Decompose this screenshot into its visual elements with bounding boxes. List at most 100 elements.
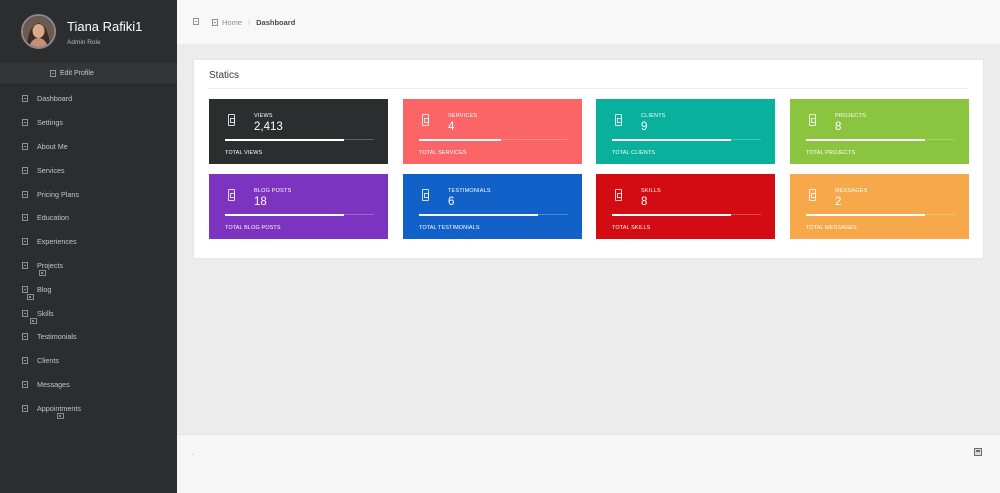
menu-toggle-icon[interactable] — [193, 18, 199, 25]
pricing-icon — [22, 190, 28, 198]
save-icon[interactable] — [974, 448, 982, 456]
stat-card-testimonials[interactable]: TESTIMONIALS 6 TOTAL TESTIMONIALS — [403, 174, 582, 239]
stat-value: 2,413 — [254, 121, 283, 133]
sidebar-item-label: Dashboard — [37, 94, 73, 104]
edit-profile-label: Edit Profile — [60, 69, 94, 77]
mobile-icon — [228, 189, 235, 201]
mobile-icon — [615, 114, 622, 126]
sidebar-item-projects[interactable]: Projects — [0, 254, 177, 278]
stat-progress-fill — [612, 138, 732, 141]
stat-progress-track — [225, 138, 374, 141]
breadcrumb-home[interactable]: Home — [222, 18, 242, 27]
sidebar-item-skills[interactable]: Skills — [0, 301, 177, 325]
chevron-icon — [27, 294, 35, 301]
mobile-icon — [809, 114, 816, 126]
sidebar-item-label: Services — [37, 165, 65, 175]
sidebar-item-testimonials[interactable]: Testimonials — [0, 325, 177, 349]
stat-progress-track — [806, 138, 955, 141]
user-icon — [22, 142, 28, 150]
sidebar-item-label: Education — [37, 213, 69, 223]
stat-card-views[interactable]: VIEWS 2,413 TOTAL VIEWS — [209, 99, 388, 164]
stat-footer: TOTAL TESTIMONIALS — [419, 225, 480, 231]
user-role: Admin Role — [67, 39, 101, 46]
sidebar-item-services[interactable]: Services — [0, 158, 177, 182]
projects-icon — [22, 261, 28, 269]
stat-label: SERVICES — [448, 113, 478, 119]
dashboard-icon — [22, 95, 28, 103]
sidebar-item-settings[interactable]: Settings — [0, 111, 177, 135]
stat-value: 18 — [254, 196, 267, 208]
stat-progress-track — [612, 138, 761, 141]
chevron-icon — [38, 270, 46, 277]
breadcrumb: Home / Dashboard — [212, 18, 295, 27]
breadcrumb-separator: / — [248, 18, 251, 27]
sidebar-nav: Dashboard Settings About Me Services Pri… — [0, 87, 177, 420]
sidebar-item-label: Settings — [37, 118, 63, 128]
clients-icon — [22, 357, 28, 365]
stat-card-projects[interactable]: PROJECTS 8 TOTAL PROJECTS — [790, 99, 969, 164]
sidebar-item-education[interactable]: Education — [0, 206, 177, 230]
stat-footer: TOTAL VIEWS — [225, 150, 263, 156]
stat-card-services[interactable]: SERVICES 4 TOTAL SERVICES — [403, 99, 582, 164]
sidebar-item-dashboard[interactable]: Dashboard — [0, 87, 177, 111]
settings-icon — [22, 119, 28, 127]
mobile-icon — [422, 114, 429, 126]
panel-title: Statics — [209, 70, 240, 81]
sidebar-item-label: Clients — [37, 356, 59, 366]
edit-profile-bar: Edit Profile — [0, 63, 177, 83]
sidebar: Tiana Rafiki1 Admin Role Edit Profile Da… — [0, 0, 177, 493]
stat-footer: TOTAL PROJECTS — [806, 150, 856, 156]
chevron-icon — [29, 318, 37, 325]
briefcase-icon — [22, 238, 28, 246]
sidebar-item-about-me[interactable]: About Me — [0, 135, 177, 159]
statics-panel: Statics VIEWS 2,413 TOTAL VIEWS SERVICES… — [193, 59, 984, 259]
stat-footer: TOTAL MESSAGES — [806, 225, 857, 231]
stat-value: 8 — [641, 196, 648, 208]
edit-icon — [50, 69, 56, 77]
stat-card-blog-posts[interactable]: BLOG POSTS 18 TOTAL BLOG POSTS — [209, 174, 388, 239]
stat-label: VIEWS — [254, 113, 273, 119]
chevron-icon — [56, 413, 64, 420]
avatar[interactable] — [21, 14, 56, 49]
stat-progress-fill — [225, 213, 345, 216]
services-icon — [22, 166, 28, 174]
stat-progress-fill — [419, 213, 539, 216]
stat-value: 6 — [448, 196, 455, 208]
sidebar-item-pricing-plans[interactable]: Pricing Plans — [0, 182, 177, 206]
sidebar-item-label: Projects — [37, 260, 63, 270]
stat-value: 8 — [835, 121, 842, 133]
messages-icon — [22, 380, 28, 388]
sidebar-item-experiences[interactable]: Experiences — [0, 230, 177, 254]
skills-icon — [22, 309, 28, 317]
top-bar: Home / Dashboard — [177, 0, 1000, 44]
sidebar-item-messages[interactable]: Messages — [0, 373, 177, 397]
stat-progress-track — [419, 213, 568, 216]
stat-progress-track — [612, 213, 761, 216]
stat-progress-track — [225, 213, 374, 216]
stat-progress-track — [806, 213, 955, 216]
stat-card-clients[interactable]: CLIENTS 9 TOTAL CLIENTS — [596, 99, 775, 164]
mobile-icon — [809, 189, 816, 201]
stat-card-messages[interactable]: MESSAGES 2 TOTAL MESSAGES — [790, 174, 969, 239]
stat-progress-track — [419, 138, 568, 141]
sidebar-item-label: Experiences — [37, 237, 77, 247]
stat-card-skills[interactable]: SKILLS 8 TOTAL SKILLS — [596, 174, 775, 239]
sidebar-item-label: Appointments — [37, 403, 81, 413]
stat-footer: TOTAL CLIENTS — [612, 150, 656, 156]
mobile-icon — [615, 189, 622, 201]
stat-label: MESSAGES — [835, 188, 868, 194]
sidebar-item-clients[interactable]: Clients — [0, 349, 177, 373]
sidebar-item-label: Testimonials — [37, 332, 77, 342]
stat-progress-fill — [419, 138, 501, 141]
stat-label: SKILLS — [641, 188, 661, 194]
blog-icon — [22, 285, 28, 293]
sidebar-item-label: Messages — [37, 379, 70, 389]
stat-progress-fill — [225, 138, 345, 141]
mobile-icon — [228, 114, 235, 126]
edit-profile-button[interactable]: Edit Profile — [50, 69, 94, 77]
user-name: Tiana Rafiki1 — [67, 19, 143, 34]
sidebar-item-appointments[interactable]: Appointments — [0, 396, 177, 420]
sidebar-item-blog[interactable]: Blog — [0, 277, 177, 301]
panel-divider — [209, 88, 968, 89]
stat-label: PROJECTS — [835, 113, 866, 119]
